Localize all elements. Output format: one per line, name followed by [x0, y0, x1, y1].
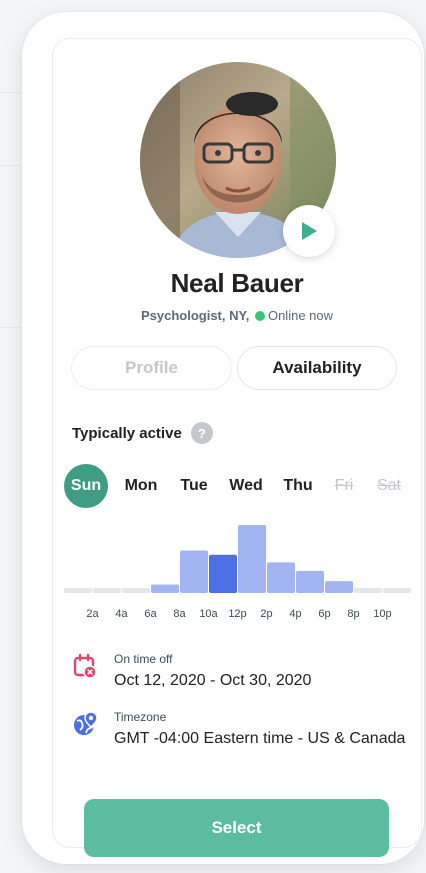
chart-tick-10a: 10a — [199, 608, 218, 620]
activity-chart-svg: 2a 4a 6a 8a 10a 12p 2p 4p 6p 8p 10p — [64, 525, 411, 620]
day-tue[interactable]: Tue — [177, 464, 211, 508]
chart-bar-8p — [354, 588, 382, 593]
timezone-label: Timezone — [114, 710, 167, 724]
online-status-text: Online now — [267, 308, 334, 323]
day-wed[interactable]: Wed — [227, 464, 265, 508]
calendar-cancel-icon — [73, 653, 97, 679]
chart-tick-10p: 10p — [373, 608, 391, 620]
day-selector: Sun Mon Tue Wed Thu Fri Sat — [64, 464, 414, 508]
day-mon[interactable]: Mon — [122, 464, 160, 508]
day-fri: Fri — [334, 477, 354, 494]
time-off-row: On time off Oct 12, 2020 - Oct 30, 2020 — [72, 652, 311, 690]
day-sun[interactable]: Sun — [64, 464, 108, 508]
online-status-dot — [254, 311, 265, 321]
chart-bar-12a — [64, 588, 92, 593]
therapist-name: Neal Bauer — [170, 268, 304, 298]
chart-tick-8a: 8a — [173, 608, 186, 620]
chart-tick-8p: 8p — [347, 608, 359, 620]
chart-bar-12p — [238, 525, 266, 593]
chart-bar-8a — [180, 550, 208, 593]
chart-bar-10a — [209, 554, 237, 593]
time-off-value: Oct 12, 2020 - Oct 30, 2020 — [114, 672, 312, 689]
activity-chart: 2a 4a 6a 8a 10a 12p 2p 4p 6p 8p 10p — [60, 518, 420, 628]
typically-active-label: Typically active — [72, 424, 182, 442]
play-icon — [302, 222, 317, 240]
select-button[interactable]: Select — [84, 799, 389, 857]
globe-pin-icon — [74, 711, 98, 735]
chart-tick-4a: 4a — [115, 608, 128, 620]
play-video-button[interactable] — [283, 205, 335, 257]
chart-bar-4a — [122, 588, 150, 593]
chart-tick-2a: 2a — [86, 608, 99, 620]
help-icon[interactable]: ? — [190, 422, 213, 444]
chart-tick-6p: 6p — [318, 608, 330, 620]
day-thu[interactable]: Thu — [282, 464, 314, 508]
chart-tick-4p: 4p — [289, 608, 301, 620]
timezone-row: Timezone GMT -04:00 Eastern time - US & … — [72, 710, 405, 748]
day-sat: Sat — [376, 477, 401, 494]
therapist-role: Psychologist, NY, — [140, 308, 250, 323]
chart-bar-10p — [383, 588, 411, 593]
timezone-value: GMT -04:00 Eastern time - US & Canada — [114, 730, 406, 747]
therapist-subtitle: Psychologist, NY, Online now — [52, 308, 422, 323]
typically-active-heading: Typically active ? — [72, 422, 213, 444]
chart-bar-2a — [93, 588, 121, 593]
chart-tick-2p: 2p — [260, 608, 272, 620]
tab-availability[interactable]: Availability — [237, 346, 397, 390]
chart-bar-6a — [151, 584, 179, 593]
chart-tick-6a: 6a — [144, 608, 157, 620]
chart-bar-6p — [325, 581, 353, 593]
chart-tick-12p: 12p — [228, 608, 246, 620]
tab-profile[interactable]: Profile — [71, 346, 232, 390]
chart-bar-2p — [267, 562, 295, 593]
time-off-label: On time off — [114, 652, 173, 666]
chart-bar-4p — [296, 570, 324, 593]
